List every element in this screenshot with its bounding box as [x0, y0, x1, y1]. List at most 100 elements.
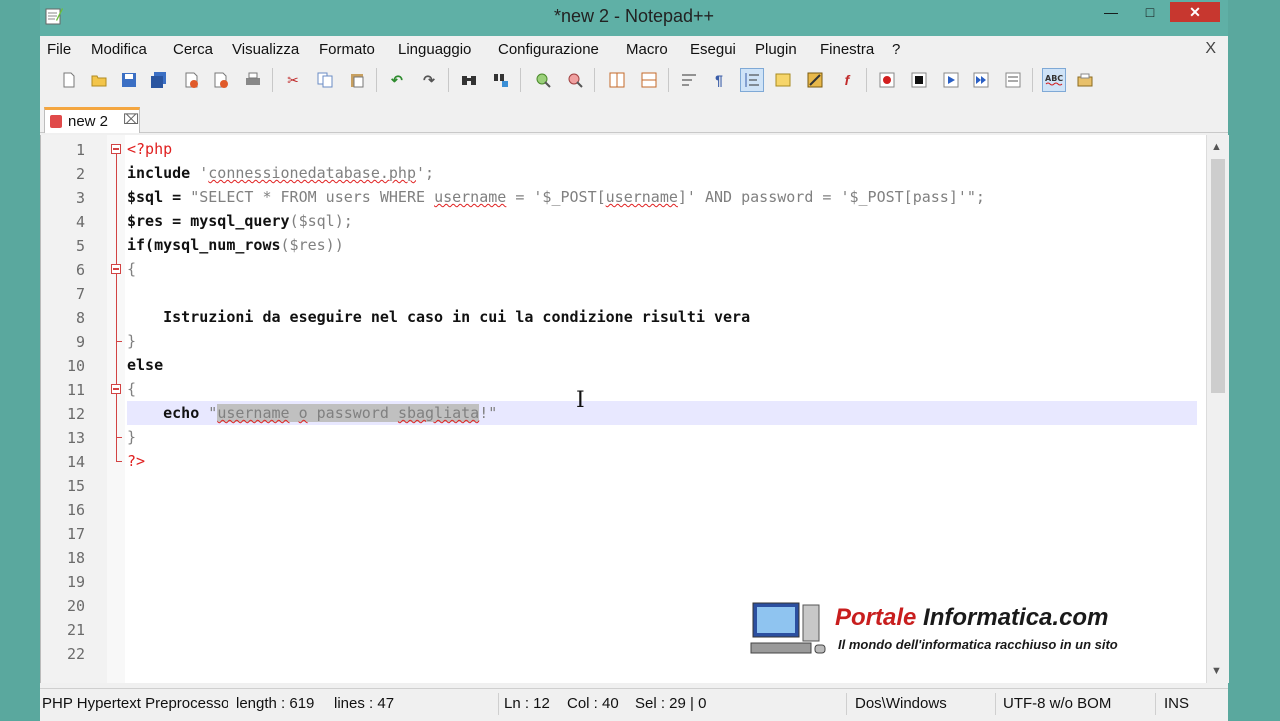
undo-icon[interactable]: ↶ — [386, 69, 408, 91]
play-macro-icon[interactable] — [940, 69, 962, 91]
menu-configurazione[interactable]: Configurazione — [498, 41, 599, 58]
spell-options-icon[interactable] — [1074, 69, 1096, 91]
fold-end-marker — [116, 341, 122, 342]
code-token: <?php — [127, 140, 173, 158]
vertical-scrollbar[interactable]: ▲ ▼ — [1206, 135, 1229, 683]
code-line[interactable]: $sql = "SELECT * FROM users WHERE userna… — [127, 185, 1197, 209]
zoom-in-icon[interactable] — [532, 69, 554, 91]
line-number: 19 — [66, 573, 85, 591]
code-line[interactable]: include 'connessionedatabase.php'; — [127, 161, 1197, 185]
code-line[interactable]: $res = mysql_query($sql); — [127, 209, 1197, 233]
code-line[interactable]: if(mysql_num_rows($res)) — [127, 233, 1197, 257]
paste-icon[interactable] — [346, 69, 368, 91]
stop-record-icon[interactable] — [908, 69, 930, 91]
code-line[interactable]: { — [127, 377, 1197, 401]
sync-horizontal-icon[interactable] — [638, 69, 660, 91]
code-token: '; — [416, 164, 435, 182]
user-lang-icon[interactable] — [772, 69, 794, 91]
copy-icon[interactable] — [314, 69, 336, 91]
close-all-icon[interactable] — [210, 69, 232, 91]
code-token: ($sql); — [289, 212, 353, 230]
run-macro-multiple-icon[interactable] — [970, 69, 992, 91]
menu-plugin[interactable]: Plugin — [755, 41, 797, 58]
code-token: connessionedatabase.php — [208, 164, 416, 182]
code-line[interactable] — [127, 281, 1197, 305]
scroll-up-icon[interactable]: ▲ — [1211, 141, 1222, 153]
window-title: *new 2 - Notepad++ — [553, 6, 715, 26]
show-all-chars-icon[interactable]: ¶ — [708, 69, 730, 91]
status-selection: Sel : 29 | 0 — [635, 695, 707, 712]
code-line[interactable]: } — [127, 425, 1197, 449]
status-language: PHP Hypertext Preprocessor file — [42, 695, 228, 712]
close-icon[interactable] — [180, 69, 202, 91]
indent-guide-icon[interactable] — [740, 68, 764, 92]
fold-toggle-icon[interactable] — [111, 144, 121, 154]
new-file-icon[interactable] — [58, 69, 80, 91]
scroll-thumb[interactable] — [1211, 159, 1225, 393]
line-number: 14 — [66, 453, 85, 471]
desktop-frame-right — [1228, 0, 1280, 720]
redo-icon[interactable]: ↷ — [418, 69, 440, 91]
status-encoding: UTF-8 w/o BOM — [1003, 695, 1112, 712]
spell-check-icon[interactable]: ABC — [1042, 68, 1066, 92]
zoom-out-icon[interactable] — [564, 69, 586, 91]
code-token: $sql = — [127, 188, 191, 206]
save-all-icon[interactable] — [148, 69, 170, 91]
line-number: 17 — [66, 525, 85, 543]
function-list-icon[interactable]: f — [836, 69, 858, 91]
code-line[interactable]: else — [127, 353, 1197, 377]
sync-vertical-icon[interactable] — [606, 69, 628, 91]
line-number: 12 — [66, 405, 85, 423]
code-line[interactable]: ?> — [127, 449, 1197, 473]
open-file-icon[interactable] — [88, 69, 110, 91]
menu-finestra[interactable]: Finestra — [820, 41, 874, 58]
code-token: if( — [127, 236, 155, 254]
menu-cerca[interactable]: Cerca — [173, 41, 213, 58]
code-line[interactable]: } — [127, 329, 1197, 353]
maximize-button[interactable]: □ — [1137, 2, 1163, 22]
tab-new-2[interactable]: new 2 ⌧ — [44, 107, 140, 133]
find-icon[interactable] — [458, 69, 480, 91]
menu-formato[interactable]: Formato — [319, 41, 375, 58]
minimize-button[interactable]: — — [1098, 2, 1124, 22]
code-line[interactable]: echo "username o password sbagliata!" — [127, 401, 1197, 425]
line-number-gutter: 1 2 3 4 5 6 7 8 9 10 11 12 13 14 15 16 17 18 19 20 21 22 — [41, 135, 108, 683]
code-line[interactable]: <?php — [127, 137, 1197, 161]
menu-esegui[interactable]: Esegui — [690, 41, 736, 58]
doc-map-icon[interactable] — [804, 69, 826, 91]
cut-icon[interactable]: ✂ — [282, 69, 304, 91]
line-number: 13 — [66, 429, 85, 447]
code-line[interactable]: { — [127, 257, 1197, 281]
print-icon[interactable] — [242, 69, 264, 91]
save-macro-icon[interactable] — [1002, 69, 1024, 91]
fold-guide — [116, 154, 117, 461]
menu-visualizza[interactable]: Visualizza — [232, 41, 299, 58]
code-token: !" — [479, 404, 498, 422]
save-icon[interactable] — [118, 69, 140, 91]
title-bar[interactable]: *new 2 - Notepad++ — □ ✕ — [40, 0, 1228, 36]
line-number: 11 — [66, 381, 85, 399]
close-document-button[interactable]: X — [1205, 40, 1216, 58]
close-window-button[interactable]: ✕ — [1170, 2, 1220, 22]
tab-close-icon[interactable]: ⌧ — [123, 111, 139, 128]
menu-macro[interactable]: Macro — [626, 41, 668, 58]
fold-toggle-icon[interactable] — [111, 384, 121, 394]
scroll-down-icon[interactable]: ▼ — [1211, 665, 1222, 677]
menu-file[interactable]: File — [47, 41, 71, 58]
line-number: 15 — [66, 477, 85, 495]
svg-text:ABC: ABC — [1045, 74, 1063, 83]
menu-linguaggio[interactable]: Linguaggio — [398, 41, 471, 58]
code-token: Istruzioni da eseguire nel caso in cui l… — [127, 308, 751, 326]
replace-icon[interactable] — [490, 69, 512, 91]
unsaved-file-icon — [50, 115, 62, 128]
menu-help[interactable]: ? — [892, 41, 900, 58]
code-token: ($res)) — [280, 236, 344, 254]
code-line[interactable]: Istruzioni da eseguire nel caso in cui l… — [127, 305, 1197, 329]
record-macro-icon[interactable] — [876, 69, 898, 91]
code-token: echo — [127, 404, 209, 422]
code-token: username — [217, 404, 290, 422]
status-column: Col : 40 — [567, 695, 619, 712]
word-wrap-icon[interactable] — [678, 69, 700, 91]
menu-modifica[interactable]: Modifica — [91, 41, 147, 58]
fold-toggle-icon[interactable] — [111, 264, 121, 274]
